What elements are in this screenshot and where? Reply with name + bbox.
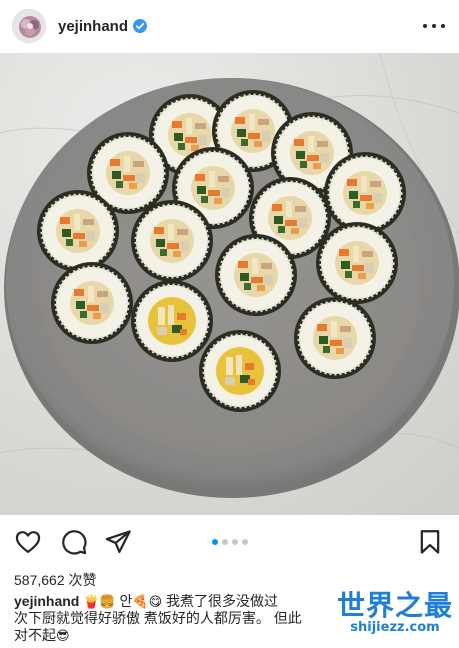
carousel-dot <box>231 539 238 545</box>
caption-text-line1: 我煮了很多没做过 <box>166 593 279 609</box>
more-options-icon[interactable] <box>423 16 445 36</box>
caption-korean-word: 안 <box>119 593 133 609</box>
caption-emoji-end: 😎 <box>56 628 70 643</box>
caption-text-line2: 次下厨就觉得好骄傲 煮饭好的人都厉害。 但此 <box>14 610 302 626</box>
bookmark-icon[interactable] <box>416 528 444 556</box>
caption-emojis: 🍟🍔 <box>83 594 116 609</box>
avatar[interactable] <box>12 9 46 43</box>
carousel-dot <box>221 539 228 545</box>
post-photo[interactable] <box>0 53 459 515</box>
likes-count[interactable]: 587,662 次赞 <box>14 570 97 590</box>
carousel-indicator <box>0 539 459 545</box>
username[interactable]: yejinhand <box>58 18 128 35</box>
caption-emojis: 🍕😋 <box>132 594 163 609</box>
watermark-title: 世界之最 <box>336 589 453 622</box>
post-header: yejinhand <box>0 0 459 52</box>
verified-badge-icon <box>133 19 148 33</box>
action-bar <box>0 522 459 562</box>
caption-text-line3: 对不起 <box>14 627 56 643</box>
watermark: 世界之最 shijiezz.com <box>336 589 453 636</box>
caption-username[interactable]: yejinhand <box>14 593 79 609</box>
carousel-dot-active <box>211 539 218 545</box>
carousel-dot <box>241 539 248 545</box>
watermark-url: shijiezz.com <box>350 620 440 635</box>
